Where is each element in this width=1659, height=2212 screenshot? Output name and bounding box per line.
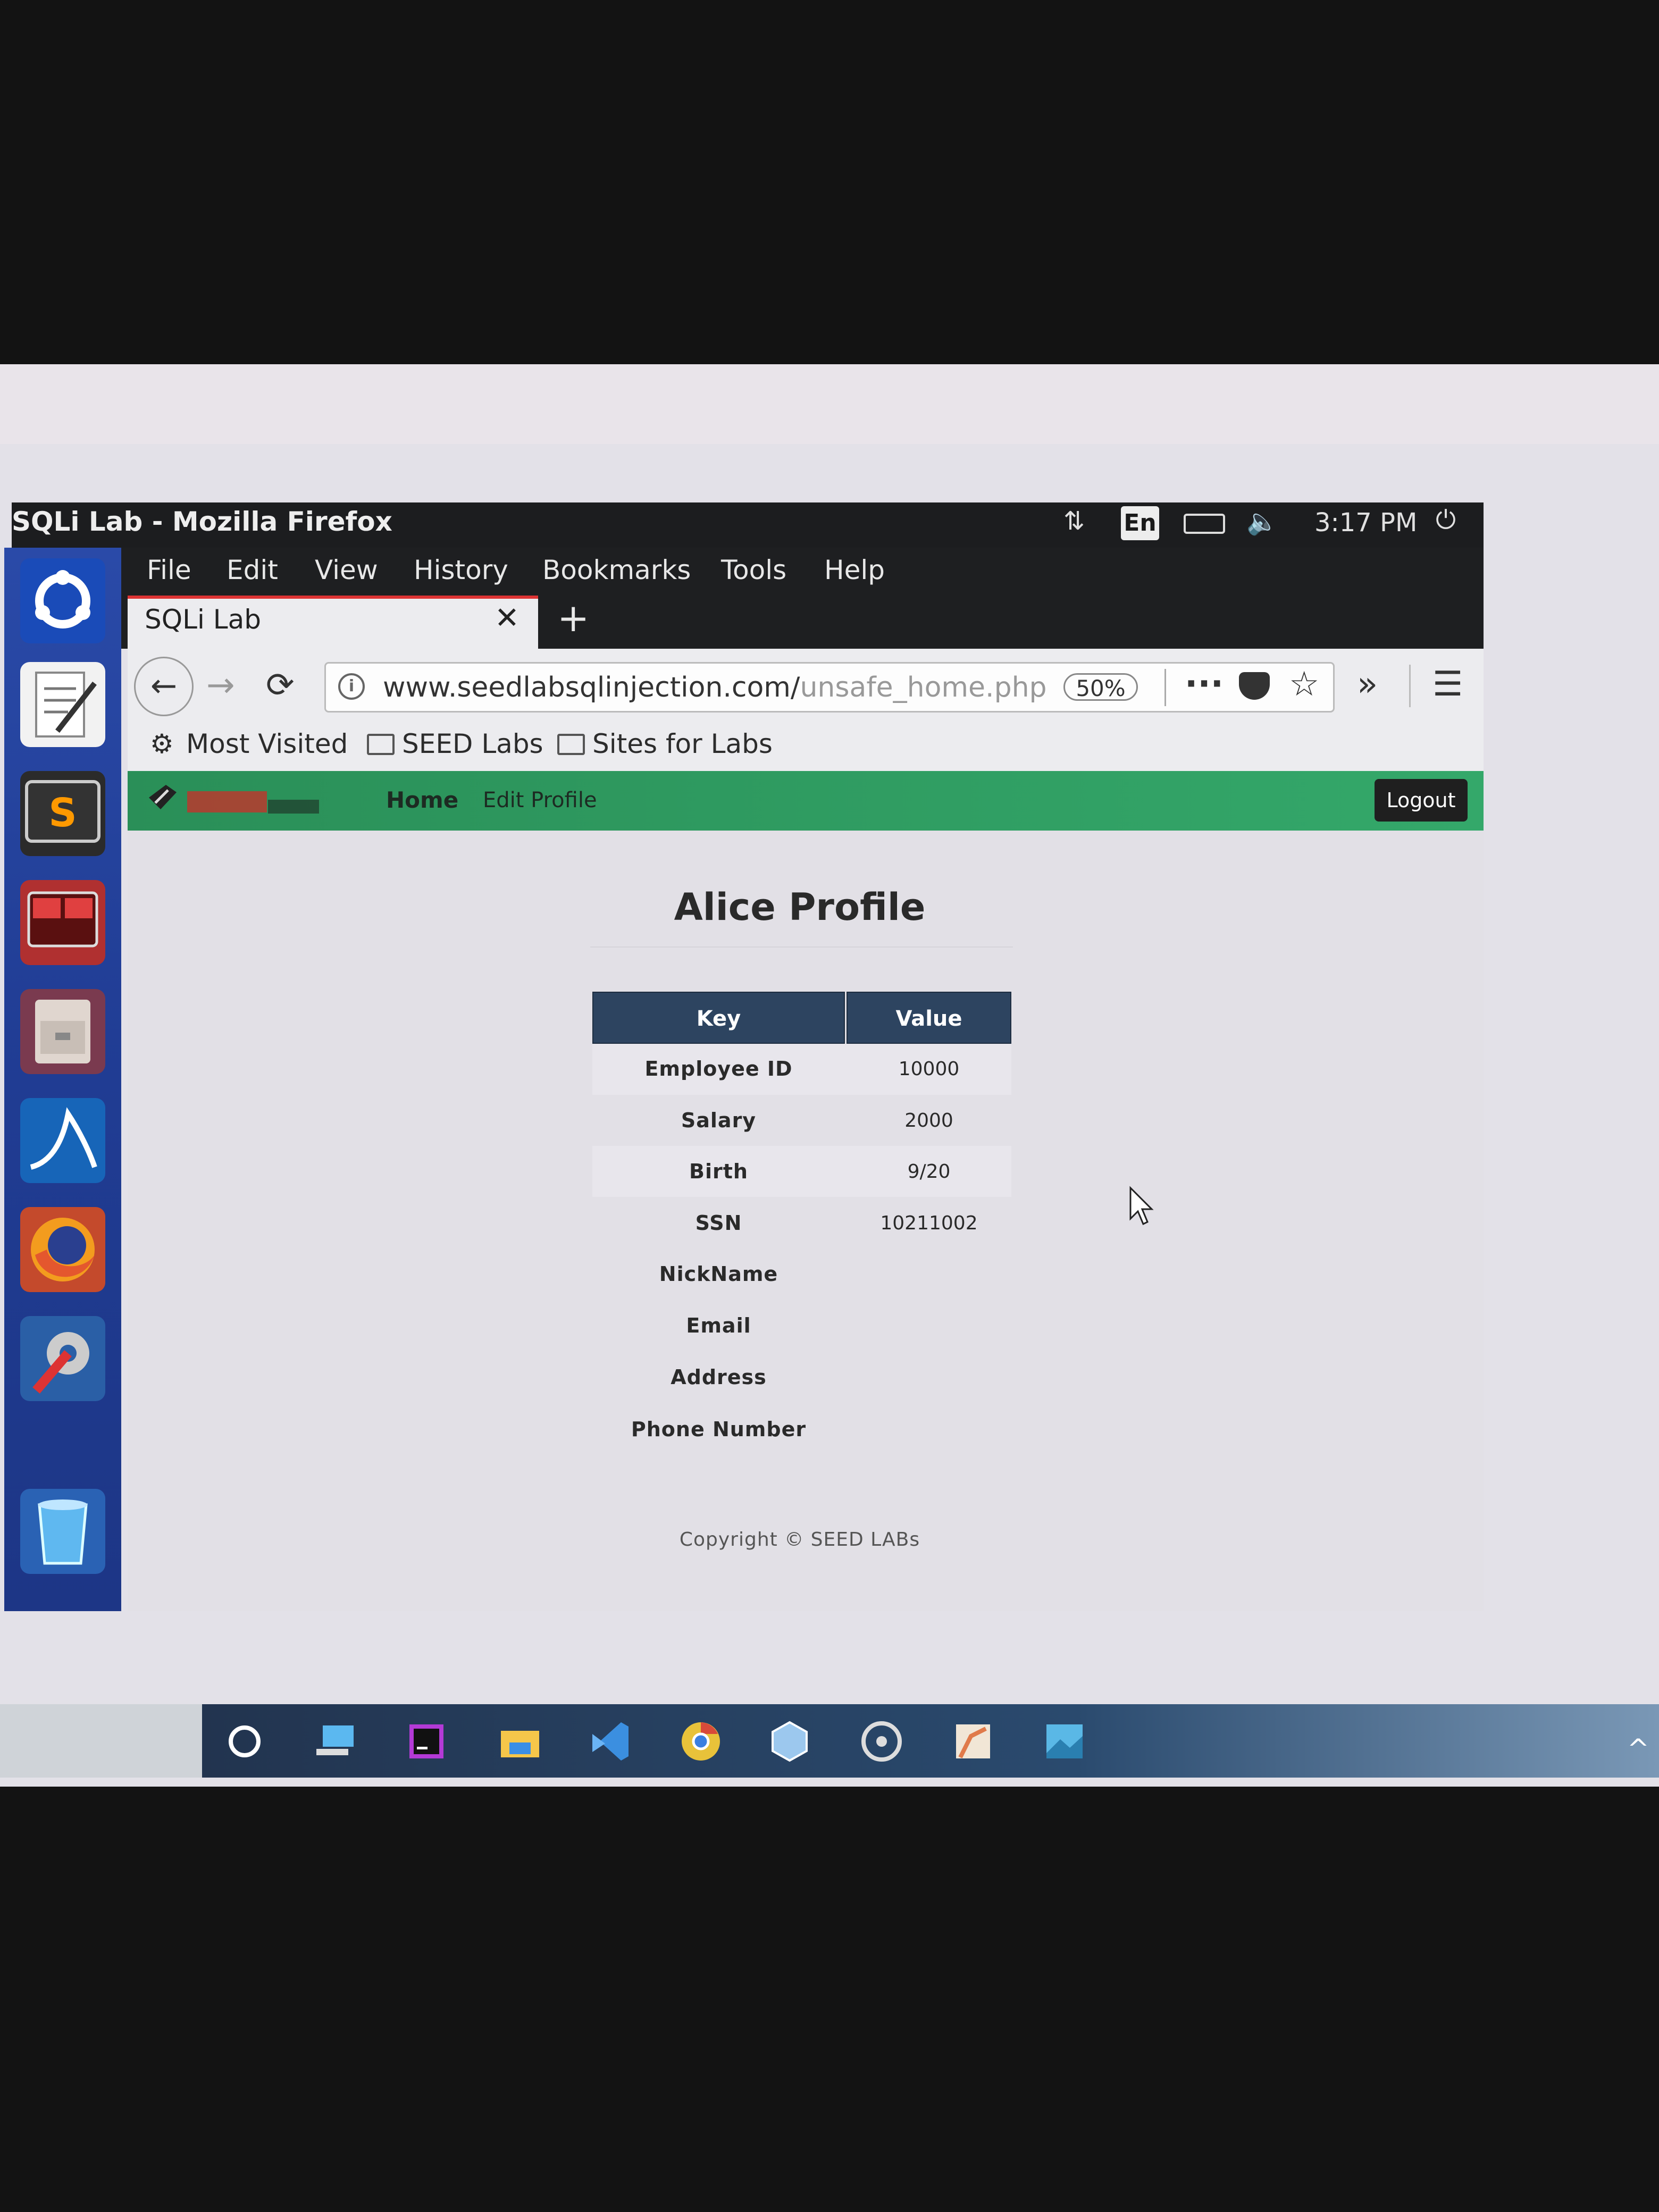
files-icon[interactable] xyxy=(20,989,105,1074)
desktop-background xyxy=(0,364,1659,444)
zoom-level[interactable]: 50% xyxy=(1063,673,1138,701)
taskbar-left-area xyxy=(0,1704,202,1778)
site-navbar xyxy=(128,771,1484,831)
new-tab-icon[interactable]: + xyxy=(557,596,589,640)
url-divider xyxy=(1164,669,1166,706)
menu-history[interactable]: History xyxy=(414,555,508,585)
reload-icon[interactable]: ⟳ xyxy=(266,666,295,705)
close-icon[interactable]: ✕ xyxy=(495,601,520,635)
chevron-up-icon[interactable]: ^ xyxy=(1627,1733,1649,1764)
bookmark-most-visited[interactable]: Most Visited xyxy=(186,728,348,759)
svg-text:S: S xyxy=(48,790,77,836)
row-key: Email xyxy=(686,1314,751,1337)
row-key: Birth xyxy=(689,1160,748,1183)
menu-file[interactable]: File xyxy=(147,555,191,585)
pc-icon[interactable] xyxy=(311,1715,364,1768)
folder-icon xyxy=(367,734,395,755)
toolbar-divider xyxy=(1409,665,1411,707)
logout-button[interactable]: Logout xyxy=(1375,779,1468,822)
menu-bookmarks[interactable]: Bookmarks xyxy=(542,555,691,585)
row-key: Phone Number xyxy=(631,1418,807,1441)
maps-icon[interactable] xyxy=(946,1715,1000,1768)
back-icon[interactable]: ← xyxy=(134,657,194,716)
wireshark-icon[interactable] xyxy=(20,1098,105,1183)
jetbrains-icon[interactable] xyxy=(400,1715,453,1768)
row-value: 2000 xyxy=(904,1110,953,1132)
unity-launcher: S xyxy=(4,548,121,1611)
media-icon[interactable] xyxy=(855,1715,908,1768)
folder-icon xyxy=(557,734,585,755)
row-value: 9/20 xyxy=(907,1161,951,1183)
clock[interactable]: 3:17 PM xyxy=(1314,508,1417,538)
trash-icon[interactable] xyxy=(20,1489,105,1574)
network-icon[interactable]: ⇅ xyxy=(1063,506,1085,536)
row-key: Address xyxy=(671,1365,767,1389)
power-icon[interactable]: ⏻ xyxy=(1436,505,1456,535)
row-value: 10000 xyxy=(898,1058,960,1080)
window-title: SQLi Lab - Mozilla Firefox xyxy=(12,506,392,537)
cortana-icon[interactable] xyxy=(218,1715,271,1768)
row-value: 10211002 xyxy=(880,1212,978,1234)
ubuntu-icon[interactable] xyxy=(20,558,105,643)
row-key: Salary xyxy=(681,1109,757,1132)
file-explorer-icon[interactable] xyxy=(493,1715,547,1768)
seed-labs-logo[interactable] xyxy=(145,782,325,820)
row-key: Employee ID xyxy=(644,1057,793,1080)
title-divider xyxy=(590,946,1013,948)
firefox-icon[interactable] xyxy=(20,1207,105,1292)
menu-help[interactable]: Help xyxy=(824,555,885,585)
mouse-cursor-icon xyxy=(1129,1186,1154,1226)
bookmark-sites-for-labs[interactable]: Sites for Labs xyxy=(592,728,773,759)
url-text: www.seedlabsqlinjection.com/unsafe_home.… xyxy=(383,672,1047,703)
hamburger-menu-icon[interactable]: ☰ xyxy=(1432,665,1463,704)
footer-copyright: Copyright © SEED LABs xyxy=(679,1529,920,1551)
bookmark-seed-labs[interactable]: SEED Labs xyxy=(402,728,543,759)
table-header-key: Key xyxy=(592,992,845,1044)
virtualbox-icon[interactable] xyxy=(763,1715,816,1768)
sublime-icon[interactable]: S xyxy=(20,771,105,856)
table-header-value: Value xyxy=(847,992,1011,1044)
page-title: Alice Profile xyxy=(674,885,926,929)
info-icon[interactable]: i xyxy=(338,673,365,700)
overflow-icon[interactable]: » xyxy=(1357,665,1378,704)
volume-icon[interactable]: 🔈 xyxy=(1246,506,1278,537)
row-key: NickName xyxy=(659,1262,778,1286)
keyboard-language-indicator[interactable]: En xyxy=(1121,506,1159,540)
menu-tools[interactable]: Tools xyxy=(721,555,786,585)
forward-icon[interactable]: → xyxy=(206,666,235,705)
gear-icon: ⚙ xyxy=(150,728,174,759)
photos-icon[interactable] xyxy=(1038,1715,1091,1768)
battery-icon[interactable] xyxy=(1184,514,1225,534)
settings-icon[interactable] xyxy=(20,1316,105,1401)
row-key: SSN xyxy=(695,1211,742,1235)
nav-home-link[interactable]: Home xyxy=(386,787,458,813)
vscode-icon[interactable] xyxy=(584,1715,637,1768)
page-actions-icon[interactable]: ··· xyxy=(1185,665,1224,704)
terminal-icon[interactable] xyxy=(20,880,105,965)
nav-edit-profile-link[interactable]: Edit Profile xyxy=(483,788,597,812)
chrome-icon[interactable] xyxy=(674,1715,727,1768)
tab-title: SQLi Lab xyxy=(145,604,261,635)
text-editor-icon[interactable] xyxy=(20,662,105,747)
menu-edit[interactable]: Edit xyxy=(227,555,278,585)
menu-view[interactable]: View xyxy=(315,555,378,585)
bookmark-star-icon[interactable]: ☆ xyxy=(1289,665,1319,704)
